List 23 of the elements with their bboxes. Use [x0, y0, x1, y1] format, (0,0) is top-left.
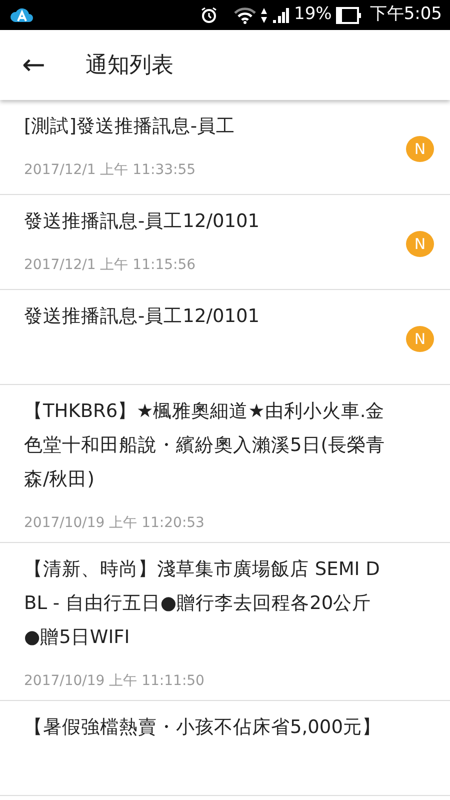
notification-title[interactable]: 發送推播訊息-員工12/0101	[24, 205, 386, 239]
notification-title[interactable]: 發送推播訊息-員工12/0101	[24, 300, 386, 334]
new-badge: N	[406, 326, 434, 352]
notification-title[interactable]: 【暑假強檔熱賣・小孩不佔床省5,000元】	[24, 711, 386, 745]
screen-title: 通知列表	[85, 52, 174, 80]
notification-title[interactable]: 【清新、時尚】淺草集市廣場飯店 SEMI DBL - 自由行五日●贈行李去回程各20公斤●贈5日WIFI	[24, 553, 386, 655]
notification-date: 2017/10/19 上午 11:20:53	[24, 514, 206, 533]
data-arrows-icon	[260, 6, 268, 24]
notification-date: 2017/12/1 上午 11:15:56	[24, 256, 197, 275]
notification-date: 2017/10/19 上午 11:11:50	[24, 672, 206, 691]
notification-date: 2017/12/1 上午 11:33:55	[24, 161, 197, 180]
new-badge: N	[406, 231, 434, 257]
battery-icon	[336, 6, 362, 24]
battery-text: 19%	[294, 3, 332, 26]
signal-icon	[272, 7, 290, 23]
wifi-icon	[234, 6, 256, 24]
clock-text: 下午5:05	[370, 3, 442, 26]
app-logo-icon	[10, 7, 34, 23]
notification-title[interactable]: 【THKBR6】★楓雅奧細道★由利小火車.金色堂十和田船說・繽紛奧入瀨溪5日(長榮青森/秋田)	[24, 395, 386, 497]
notification-title[interactable]: [測試]發送推播訊息-員工	[24, 110, 386, 144]
new-badge: N	[406, 136, 434, 162]
alarm-icon	[200, 6, 218, 24]
back-button[interactable]: ←	[16, 51, 52, 79]
